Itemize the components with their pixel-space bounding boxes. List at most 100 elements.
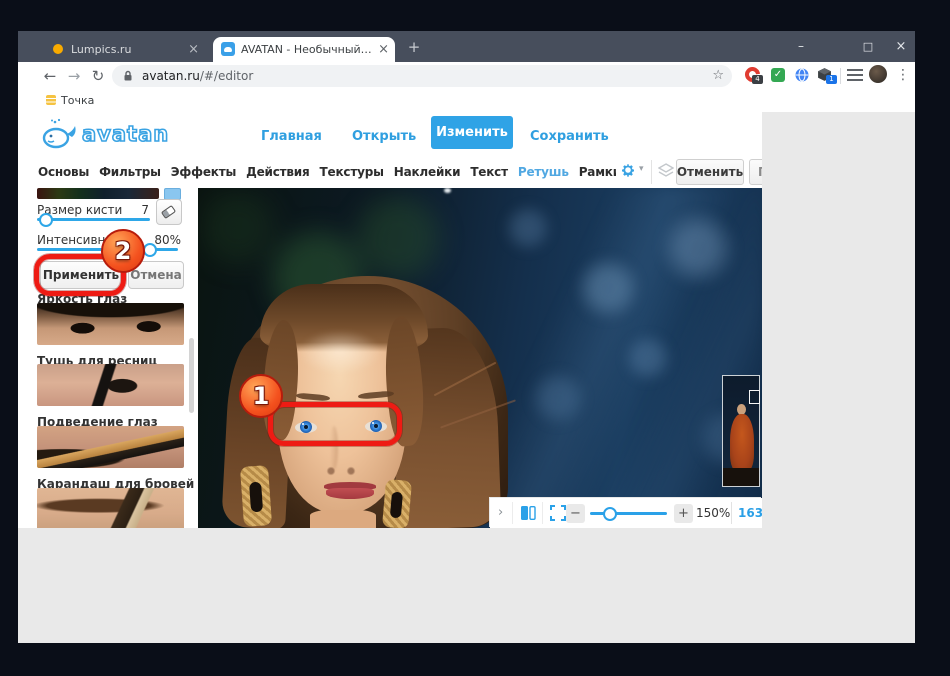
zoom-out-button[interactable]: − [566,504,585,523]
profile-avatar[interactable] [869,65,887,83]
url-path: /#/editor [200,69,253,83]
extension-red-badge: 4 [752,75,763,84]
close-tab-icon[interactable]: × [372,43,395,56]
compare-before-after-icon[interactable] [520,505,536,521]
menu-item-effects[interactable]: Эффекты [171,165,236,179]
gear-caret-icon[interactable]: ▾ [639,164,644,174]
intensity-slider-thumb[interactable] [143,243,157,257]
extension-cube-badge: 1 [826,75,837,84]
photo-canvas[interactable]: › − + 150% 163 [198,188,762,528]
toolbar-divider [512,502,513,524]
photo-forehead-highlight [298,330,382,374]
menu-item-text[interactable]: Текст [470,165,508,179]
brush-size-slider-thumb[interactable] [39,213,53,227]
url-host: avatan.ru [142,69,200,83]
tab-lumpics[interactable]: Lumpics.ru × [43,37,205,62]
site-header: avatan Главная Открыть Изменить Сохранит… [18,112,762,188]
menu-item-basics[interactable]: Основы [38,165,89,179]
navigator-figure-cloak [730,414,754,472]
layers-icon[interactable] [658,163,674,178]
browser-toolbar: ← → ↻ avatan.ru/#/editor ☆ 4 ✓ 1 [18,62,915,90]
window-minimize-button[interactable]: – [790,36,812,56]
navigator-viewport-rect[interactable] [749,390,760,404]
menu-item-retouch[interactable]: Ретушь [518,165,569,179]
nav-open-link[interactable]: Открыть [352,129,416,144]
navigator-rocks [723,468,759,486]
zoom-slider[interactable] [590,512,667,515]
reload-icon[interactable]: ↻ [88,65,108,87]
screenshot-stage: Lumpics.ru × AVATAN - Необычный Фоторед … [0,0,950,676]
bookmark-favicon [46,95,56,105]
menu-item-filters[interactable]: Фильтры [99,165,161,179]
panel-scrollbar[interactable] [189,338,194,413]
settings-gear-icon[interactable] [620,162,636,178]
eraser-icon [161,205,176,219]
browser-window: Lumpics.ru × AVATAN - Необычный Фоторед … [18,31,915,643]
bookmark-star-icon[interactable]: ☆ [712,68,724,83]
tab-favicon-avatan [221,42,235,56]
nav-home-link[interactable]: Главная [261,129,322,144]
tab-list-icon[interactable] [847,69,863,82]
color-gradient-strip[interactable] [37,188,159,199]
photo-white-speck [444,188,451,193]
new-tab-button[interactable]: + [405,38,423,56]
avatan-whale-icon [42,118,80,150]
toolbar-divider [840,68,841,84]
browser-titlebar: Lumpics.ru × AVATAN - Необычный Фоторед … [18,31,915,62]
url-text: avatan.ru/#/editor [142,69,253,83]
zoom-level-value: 150% [696,506,730,520]
undo-button[interactable]: Отменить [676,159,744,185]
browser-menu-icon[interactable]: ⋮ [896,65,910,85]
menu-item-textures[interactable]: Текстуры [320,165,384,179]
photo-earring-right [382,479,412,528]
bookmarks-bar: Точка [18,90,915,113]
window-maximize-button[interactable]: □ [857,36,879,56]
menu-item-stickers[interactable]: Наклейки [394,165,461,179]
photo-earring-left [240,465,272,527]
annotation-step-1: 1 [239,374,283,418]
photo-lower-lip [326,488,374,499]
photo-neck [310,510,376,528]
window-close-button[interactable]: × [890,36,912,56]
avatan-logo-text[interactable]: avatan [82,122,169,146]
tool-thumbnail-eyeliner[interactable] [37,426,184,468]
extension-check-icon[interactable]: ✓ [771,68,785,82]
annotation-rect-eyes [268,402,402,446]
tool-thumbnail-mascara[interactable] [37,364,184,406]
back-icon[interactable]: ← [40,65,60,87]
tool-thumbnail-brow-pencil[interactable] [37,488,184,528]
canvas-zoom-toolbar: › − + 150% 163 [490,498,762,528]
tool-thumbnail-eye-brightness[interactable] [37,303,184,345]
menubar-divider [651,160,652,184]
forward-icon[interactable]: → [64,65,84,87]
nav-save-link[interactable]: Сохранить [530,129,609,144]
collapse-chevron-icon[interactable]: › [498,505,503,520]
tab-favicon-lumpics [53,44,63,54]
toolbar-divider [731,502,732,524]
tab-avatan[interactable]: AVATAN - Необычный Фоторед × [213,37,395,62]
address-bar[interactable]: avatan.ru/#/editor ☆ [112,65,732,87]
eraser-button[interactable] [156,199,182,225]
zoom-slider-thumb[interactable] [603,507,617,521]
lock-icon [123,70,133,82]
close-tab-icon[interactable]: × [182,43,205,56]
zoom-in-button[interactable]: + [674,504,693,523]
menu-item-frames[interactable]: Рамки [579,165,616,179]
brush-size-slider[interactable] [37,218,150,221]
editor-menubar: Основы Фильтры Эффекты Действия Текстуры… [38,160,616,184]
bookmark-item[interactable]: Точка [61,94,94,107]
extension-globe-icon[interactable] [795,68,809,82]
brush-size-value: 7 [113,203,149,217]
photo-nostrils [324,466,358,476]
image-dimension-value: 163 [738,506,762,520]
fullscreen-icon[interactable] [550,505,566,521]
annotation-step-2: 2 [101,229,145,273]
avatan-page: avatan Главная Открыть Изменить Сохранит… [18,112,915,643]
tab-title: AVATAN - Необычный Фоторед [241,43,372,56]
menu-item-actions[interactable]: Действия [246,165,309,179]
nav-edit-button[interactable]: Изменить [431,116,513,149]
redo-button[interactable]: По [749,159,762,185]
navigator-thumbnail[interactable] [722,375,760,487]
toolbar-divider [542,502,543,524]
tab-title: Lumpics.ru [71,43,182,56]
